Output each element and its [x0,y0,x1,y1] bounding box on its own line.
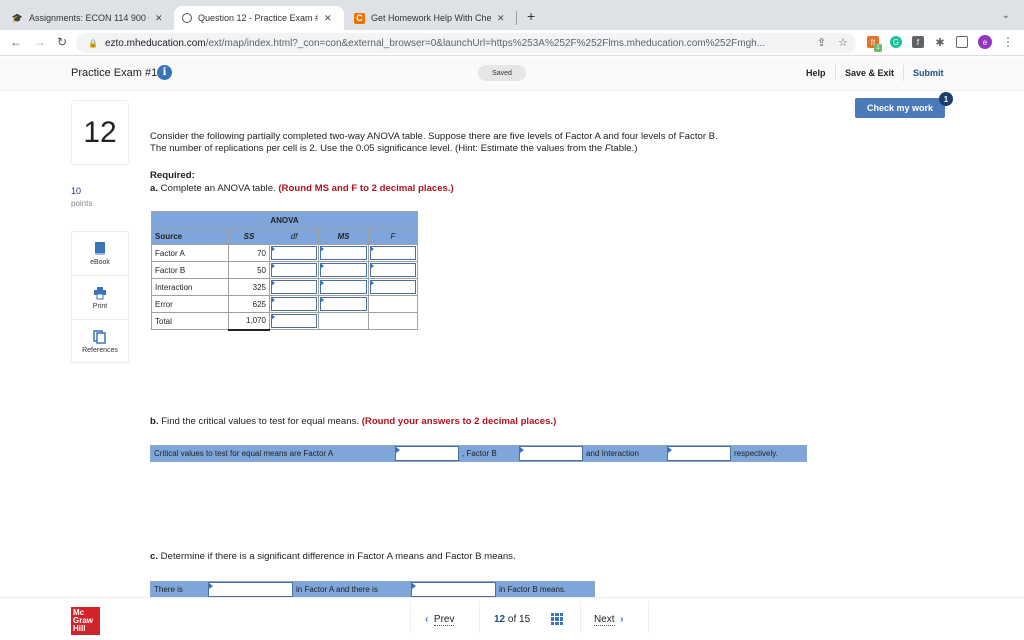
required-section: Required: a. Complete an ANOVA table. (R… [150,170,454,194]
factor-a-significance-select[interactable] [208,582,293,597]
anova-table: ANOVA Source SS df MS F Factor A 70 Fact… [151,211,418,331]
references-button[interactable]: References [72,320,128,364]
forward-icon[interactable]: → [34,35,46,49]
factor-b-ms-input[interactable] [320,263,367,277]
close-icon[interactable]: ✕ [155,13,163,24]
interaction-f-input[interactable] [370,280,416,294]
printer-icon [94,286,106,299]
question-text: Consider the following partially complet… [150,131,718,154]
table-row: Error 625 [151,295,418,313]
rounding-note: (Round MS and F to 2 decimal places.) [278,183,454,194]
address-bar[interactable]: 🔒 ezto.mheducation.com/ext/map/index.htm… [76,33,856,53]
significance-row: There is in Factor A and there is in Fac… [150,581,595,598]
sidepanel-icon[interactable] [956,36,968,48]
divider [580,601,581,633]
back-icon[interactable]: ← [10,35,22,49]
col-header-f: F [368,228,418,245]
browser-tab-chegg[interactable]: C Get Homework Help With Cheg ✕ [346,6,513,30]
factor-b-f-input[interactable] [370,263,416,277]
anova-title: ANOVA [151,211,418,229]
chegg-icon: C [354,12,365,24]
divider [479,601,480,633]
menu-icon[interactable]: ⋮ [1002,35,1014,49]
page-indicator: 12 of 15 [494,614,531,625]
check-work-count-badge: 1 [939,92,953,106]
facebook-icon[interactable]: f [912,36,924,48]
factor-b-significance-select[interactable] [411,582,496,597]
copy-icon [93,330,106,344]
col-header-df: df [269,228,319,245]
factor-a-f-input[interactable] [370,246,416,260]
app-header: Practice Exam #1 i Saved Help Save & Exi… [0,57,1024,91]
interaction-ms-input[interactable] [320,280,367,294]
critical-value-factor-a-input[interactable] [395,446,459,461]
chevron-right-icon: › [620,614,624,625]
divider [835,65,836,81]
factor-a-ms-input[interactable] [320,246,367,260]
exam-title: Practice Exam #1 [71,67,158,79]
points-value: 10 [71,186,82,196]
col-header-ss: SS [228,228,270,245]
extension-badge: 1 [874,44,882,52]
footer: Mc Graw Hill ‹ Prev 12 of 15 Next › [0,597,1024,640]
info-icon[interactable]: i [157,65,172,80]
table-row: Interaction 325 [151,278,418,296]
next-button[interactable]: Next › [594,614,624,626]
divider [410,601,411,633]
chevron-down-icon[interactable]: ⌄ [1002,10,1010,21]
book-icon [95,241,105,255]
browser-tab-question[interactable]: Question 12 - Practice Exam #1 ✕ [174,6,344,30]
tools-panel: eBook Print References [71,231,129,363]
submit-link[interactable]: Submit [913,68,944,78]
critical-value-factor-b-input[interactable] [519,446,583,461]
globe-icon [182,13,192,23]
factor-a-df-input[interactable] [271,246,317,260]
close-icon[interactable]: ✕ [324,13,332,24]
prev-button[interactable]: ‹ Prev [425,614,455,626]
ebook-button[interactable]: eBook [72,232,128,276]
part-c-prompt: c. Determine if there is a significant d… [150,551,516,562]
part-b-prompt: b. Find the critical values to test for … [150,416,557,427]
graduation-cap-icon: 🎓 [11,12,24,23]
grid-icon[interactable] [551,613,563,625]
profile-avatar[interactable]: e [978,35,992,49]
col-header-source: Source [151,228,229,245]
interaction-df-input[interactable] [271,280,317,294]
check-my-work-button[interactable]: Check my work [855,98,945,118]
error-df-input[interactable] [271,297,317,311]
critical-value-interaction-input[interactable] [667,446,731,461]
question-number: 12 [71,100,129,165]
critical-values-row: Critical values to test for equal means … [150,445,807,462]
tab-separator [516,11,517,25]
chevron-left-icon: ‹ [425,614,429,625]
saved-status-badge: Saved [478,65,526,81]
save-exit-link[interactable]: Save & Exit [845,68,894,78]
factor-b-df-input[interactable] [271,263,317,277]
help-link[interactable]: Help [806,68,826,78]
divider [648,601,649,633]
total-df-input[interactable] [271,314,317,328]
error-ms-input[interactable] [320,297,367,311]
share-icon[interactable]: ⇪ [817,36,826,49]
puzzle-icon[interactable]: ✱ [934,36,946,49]
divider [903,65,904,81]
close-icon[interactable]: ✕ [497,13,505,24]
lock-icon: 🔒 [88,38,98,48]
browser-tab-bar: 🎓 Assignments: ECON 114 900 O ✕ Question… [0,0,1024,30]
new-tab-button[interactable]: + [527,8,535,24]
col-header-ms: MS [318,228,369,245]
table-row: Factor B 50 [151,261,418,279]
browser-tab-assignments[interactable]: 🎓 Assignments: ECON 114 900 O ✕ [4,6,171,30]
reload-icon[interactable]: ↻ [57,35,67,49]
star-icon[interactable]: ☆ [838,36,848,49]
points-label: points [71,199,93,208]
print-button[interactable]: Print [72,276,128,320]
mcgraw-hill-logo: Mc Graw Hill [71,607,100,635]
table-row: Factor A 70 [151,244,418,262]
grammarly-icon[interactable]: G [890,36,902,48]
table-row: Total 1,070 [151,312,418,331]
